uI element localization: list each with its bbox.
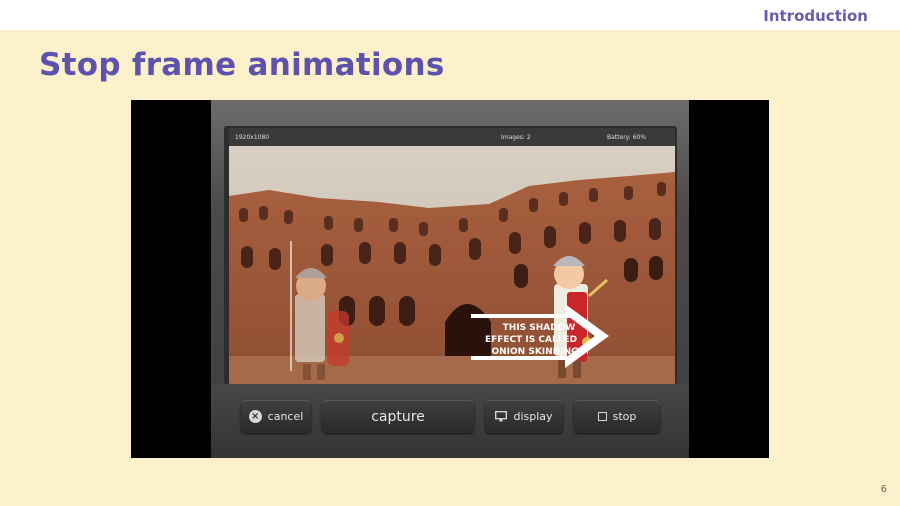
stop-button[interactable]: stop	[574, 400, 660, 433]
stop-icon	[597, 412, 607, 421]
video-player[interactable]: 1920x1080 Images: 2 Battery: 60% THIS SH…	[131, 100, 769, 458]
status-images: Images: 2	[501, 134, 531, 141]
status-resolution: 1920x1080	[235, 134, 270, 141]
section-label: Introduction	[763, 7, 868, 25]
camera-status-bar: 1920x1080 Images: 2 Battery: 60%	[229, 128, 675, 146]
camera-controls: × cancel capture display stop	[211, 384, 689, 458]
capture-label: capture	[371, 408, 425, 425]
display-button[interactable]: display	[485, 400, 563, 433]
annotation-line-1: THIS SHADOW	[503, 323, 576, 333]
colosseum-scene: THIS SHADOW EFFECT IS CALLED ONION SKINN…	[229, 146, 675, 384]
header-bar: Introduction	[0, 0, 900, 30]
capture-button[interactable]: capture	[322, 400, 474, 433]
camera-viewfinder: THIS SHADOW EFFECT IS CALLED ONION SKINN…	[229, 146, 675, 384]
slide-title: Stop frame animations	[39, 47, 445, 83]
status-battery: Battery: 60%	[607, 134, 647, 141]
cancel-label: cancel	[267, 410, 304, 423]
stop-label: stop	[612, 410, 637, 423]
close-icon: ×	[248, 410, 262, 423]
annotation-line-3: ONION SKINNING	[492, 347, 579, 357]
tablet-app-frame: 1920x1080 Images: 2 Battery: 60% THIS SH…	[211, 100, 689, 458]
display-label: display	[513, 410, 553, 423]
annotation-line-2: EFFECT IS CALLED	[485, 335, 577, 345]
cancel-button[interactable]: × cancel	[241, 400, 311, 433]
monitor-icon	[495, 411, 508, 422]
page-number: 6	[880, 484, 887, 495]
